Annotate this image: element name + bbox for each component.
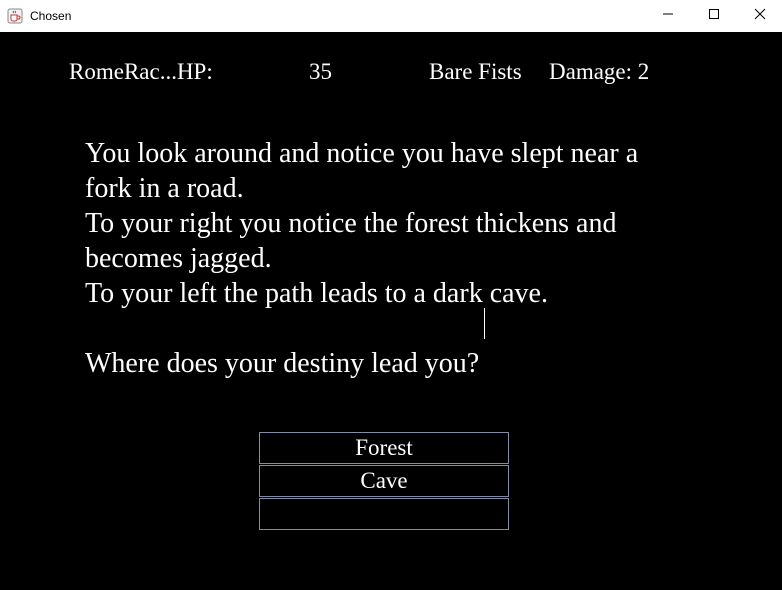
hp-value: 35 [309,59,332,84]
minimize-button[interactable] [645,0,691,32]
choice-button-forest[interactable]: Forest [259,432,509,464]
choice-button-cave[interactable]: Cave [259,465,509,497]
text-cursor [484,308,485,339]
weapon-label: Bare Fists [429,59,522,84]
window-title-bar[interactable]: Chosen [0,0,782,33]
maximize-button[interactable] [691,0,737,32]
java-coffee-cup-icon [7,8,23,24]
damage-label: Damage: 2 [549,59,650,84]
choice-button-group: Forest Cave [259,432,509,531]
window-title: Chosen [30,9,72,23]
minimize-icon [662,7,674,25]
game-panel: RomeRac...HP: 35 Bare Fists Damage: 2 Yo… [0,32,782,590]
close-icon [754,7,766,25]
choice-button-empty[interactable] [259,498,509,530]
close-button[interactable] [737,0,782,32]
story-text-area[interactable]: You look around and notice you have slep… [85,136,705,381]
maximize-icon [708,7,720,25]
player-name-hp-label: RomeRac...HP: [69,59,213,84]
